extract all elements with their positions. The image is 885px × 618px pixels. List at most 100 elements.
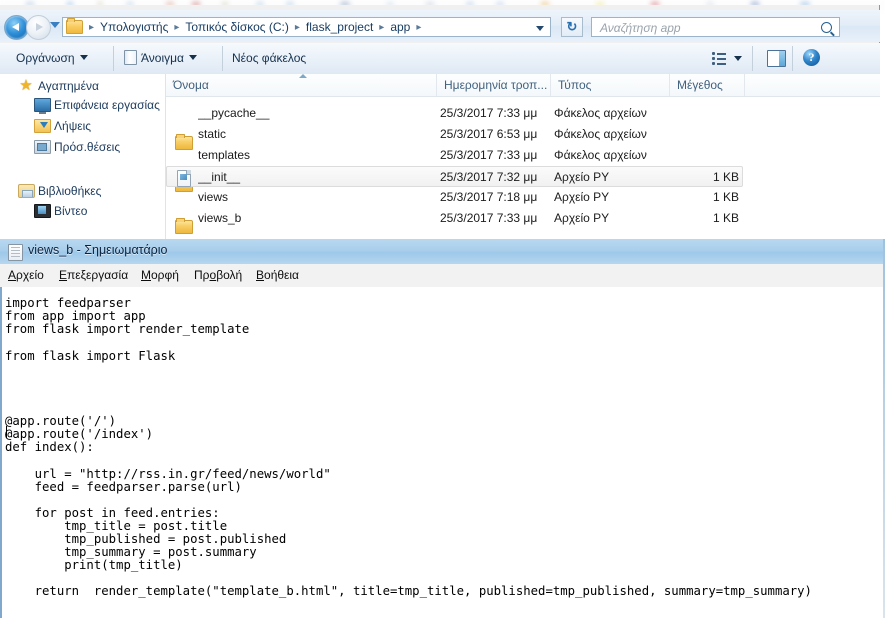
change-view-chevron-icon[interactable] <box>734 56 742 61</box>
video-icon <box>34 204 51 218</box>
breadcrumb-item-computer[interactable]: Υπολογιστής <box>98 20 170 34</box>
notepad-text-area[interactable]: import feedparser from app import app fr… <box>0 287 885 618</box>
star-icon: ★ <box>19 77 33 94</box>
file-type: Φάκελος αρχείων <box>554 106 647 120</box>
folder-icon <box>66 18 83 34</box>
menu-file-rest: ρχείο <box>16 268 44 282</box>
nav-pane-fade <box>0 231 165 239</box>
column-header-row: Όνομα Ημερομηνία τροπ... Τύπος Μέγεθος <box>166 74 880 97</box>
notepad-title-bar[interactable]: views_b - Σημειωματάριο <box>0 239 885 265</box>
file-size: 1 KB <box>712 190 739 204</box>
file-type: Αρχείο PY <box>554 211 610 225</box>
code-content: import feedparser from app import app fr… <box>5 296 812 599</box>
file-size: 1 KB <box>712 211 739 225</box>
refresh-button[interactable]: ↻ <box>561 17 583 37</box>
breadcrumb-item-flask-project[interactable]: flask_project <box>304 20 375 34</box>
table-row[interactable]: static 25/3/2017 6:53 μμ Φάκελος αρχείων <box>166 124 880 192</box>
nav-group-favorites[interactable]: Αγαπημένα <box>38 78 99 95</box>
column-header-spacer <box>745 74 880 96</box>
screen: ▸ Υπολογιστής ▸ Τοπικός δίσκος (C:) ▸ fl… <box>0 0 885 618</box>
file-name: views <box>198 190 229 204</box>
recent-locations-chevron-icon[interactable] <box>50 22 60 28</box>
notepad-icon <box>8 244 23 261</box>
file-name: views_b <box>198 211 242 225</box>
breadcrumb-bar[interactable]: ▸ Υπολογιστής ▸ Τοπικός δίσκος (C:) ▸ fl… <box>62 17 551 37</box>
breadcrumb-separator-icon: ▸ <box>379 21 385 33</box>
breadcrumb-item-app[interactable]: app <box>388 20 412 34</box>
change-view-icon[interactable] <box>712 52 726 65</box>
menu-format-rest: ορφή <box>151 268 179 282</box>
breadcrumb-dropdown-icon[interactable] <box>536 26 544 31</box>
libraries-icon <box>18 184 35 198</box>
file-date: 25/3/2017 7:33 μμ <box>440 211 538 225</box>
file-date: 25/3/2017 7:33 μμ <box>440 106 538 120</box>
file-name: __init__ <box>198 170 241 184</box>
nav-item-video[interactable]: Βίντεο <box>54 203 87 220</box>
menu-help[interactable]: Βοήθεια <box>256 267 299 284</box>
menu-file[interactable]: Αρχείο <box>8 267 44 284</box>
nav-item-downloads[interactable]: Λήψεις <box>54 118 91 135</box>
toolbar-separator <box>222 46 223 71</box>
file-list-pane: Όνομα Ημερομηνία τροπ... Τύπος Μέγεθος _… <box>166 74 880 363</box>
column-header-type[interactable]: Τύπος <box>551 74 670 96</box>
breadcrumb-separator-icon: ▸ <box>416 21 422 33</box>
new-folder-button[interactable]: Νέος φάκελος <box>232 49 306 68</box>
menu-format[interactable]: Μορφή <box>141 267 179 284</box>
search-icon <box>821 22 832 33</box>
notepad-menu-bar: Αρχείο Επεξεργασία Μορφή Προβολή Βοήθεια <box>0 264 885 288</box>
column-header-date[interactable]: Ημερομηνία τροπ... <box>437 74 551 96</box>
help-icon[interactable]: ? <box>803 49 820 66</box>
file-type: Αρχείο PY <box>554 170 610 184</box>
sort-ascending-icon <box>299 74 307 78</box>
column-header-size[interactable]: Μέγεθος <box>670 74 745 96</box>
toolbar-separator <box>792 46 793 71</box>
column-header-name[interactable]: Όνομα <box>166 74 437 96</box>
nav-item-recent-places[interactable]: Πρόσ.θέσεις <box>54 139 120 156</box>
preview-pane-icon[interactable] <box>767 50 786 67</box>
toolbar-separator <box>113 46 114 71</box>
file-size <box>670 124 739 145</box>
file-name: templates <box>198 148 251 162</box>
file-date: 25/3/2017 6:53 μμ <box>440 127 538 141</box>
menu-help-rest: οήθεια <box>264 268 299 282</box>
breadcrumb-separator-icon: ▸ <box>294 21 300 33</box>
forward-button[interactable] <box>26 15 51 40</box>
table-row[interactable]: templates 25/3/2017 7:33 μμ Φάκελος αρχε… <box>166 145 880 234</box>
menu-edit[interactable]: Επεξεργασία <box>59 267 128 284</box>
downloads-icon <box>34 119 51 133</box>
chevron-down-icon <box>79 55 88 60</box>
file-type: Φάκελος αρχείων <box>554 127 647 141</box>
table-row[interactable]: __init__ 25/3/2017 7:32 μμ Αρχείο PY 1 K… <box>166 166 743 187</box>
file-size <box>670 145 739 166</box>
file-date: 25/3/2017 7:32 μμ <box>440 170 538 184</box>
file-name: static <box>198 127 227 141</box>
windows-explorer-window: ▸ Υπολογιστής ▸ Τοπικός δίσκος (C:) ▸ fl… <box>0 5 880 363</box>
nav-group-libraries[interactable]: Βιβλιοθήκες <box>38 183 101 200</box>
explorer-toolbar: Οργάνωση Άνοιγμα Νέος φάκελος ? <box>0 43 880 75</box>
table-row[interactable]: views_b 25/3/2017 7:33 μμ Αρχείο PY 1 KB <box>166 208 880 363</box>
search-input[interactable]: Αναζήτηση app <box>600 21 681 35</box>
notepad-window: views_b - Σημειωματάριο Αρχείο Επεξεργασ… <box>0 239 885 618</box>
file-name: __pycache__ <box>198 106 270 120</box>
chevron-down-icon <box>188 55 197 60</box>
file-size <box>670 103 739 124</box>
breadcrumb-separator-icon: ▸ <box>89 21 95 33</box>
text-caret <box>6 426 7 438</box>
open-file-icon <box>124 50 137 65</box>
search-box[interactable]: Αναζήτηση app <box>591 17 840 37</box>
table-row[interactable]: views 25/3/2017 7:18 μμ Αρχείο PY 1 KB <box>166 187 880 321</box>
toolbar-separator <box>752 46 753 71</box>
organize-menu-button[interactable]: Οργάνωση <box>16 49 88 68</box>
recent-places-icon <box>34 140 51 154</box>
table-row[interactable]: __pycache__ 25/3/2017 7:33 μμ Φάκελος αρ… <box>166 103 880 150</box>
file-type: Αρχείο PY <box>554 190 610 204</box>
address-bar-row: ▸ Υπολογιστής ▸ Τοπικός δίσκος (C:) ▸ fl… <box>0 10 880 42</box>
menu-view[interactable]: Προβολή <box>194 267 242 284</box>
nav-item-desktop[interactable]: Επιφάνεια εργασίας <box>54 97 160 114</box>
desktop-icon <box>34 98 51 114</box>
open-menu-button[interactable]: Άνοιγμα <box>124 49 197 68</box>
window-title: views_b - Σημειωματάριο <box>28 243 168 257</box>
breadcrumb-item-local-disk[interactable]: Τοπικός δίσκος (C:) <box>183 20 291 34</box>
menu-view-rest: βολή <box>216 268 243 282</box>
python-file-icon <box>177 170 191 187</box>
